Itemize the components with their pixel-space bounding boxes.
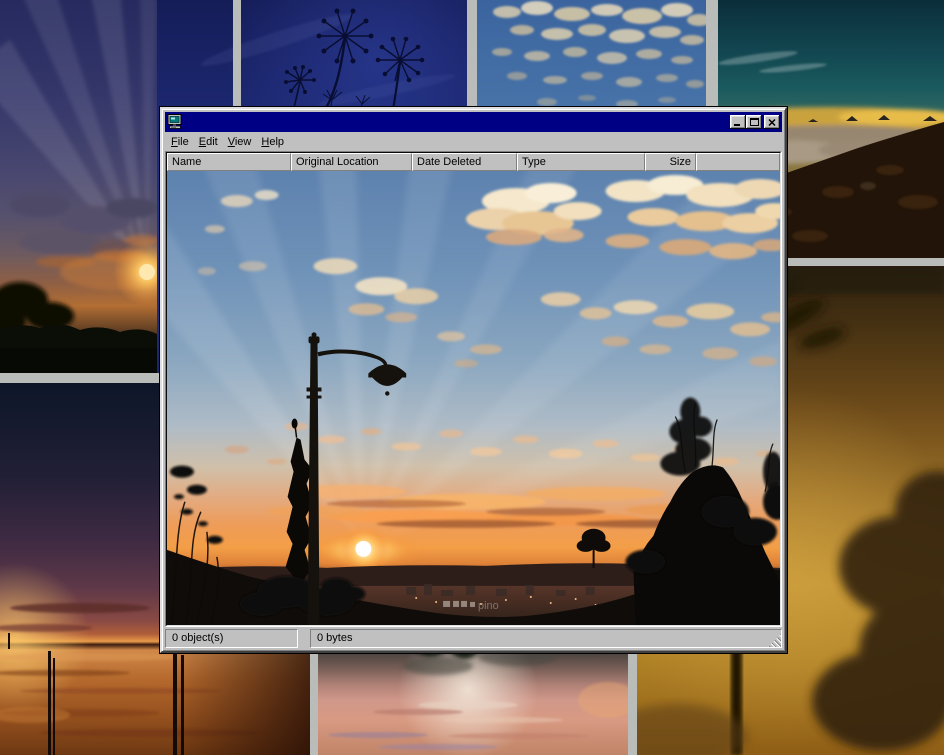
computer-icon	[167, 114, 183, 130]
column-header-type[interactable]: Type	[517, 153, 645, 171]
menu-edit[interactable]: Edit	[194, 134, 223, 150]
sunset-lamp-photo: pino	[167, 171, 780, 625]
column-header-blank[interactable]	[696, 153, 780, 171]
status-byte-count: 0 bytes	[310, 629, 782, 648]
menu-file[interactable]: File	[166, 134, 194, 150]
maximize-button[interactable]	[746, 115, 762, 129]
minimize-button[interactable]	[730, 115, 746, 129]
recycle-bin-window: File Edit View Help Name Original Locati…	[160, 107, 787, 653]
desktop: File Edit View Help Name Original Locati…	[0, 0, 944, 755]
maximize-icon	[750, 118, 759, 126]
close-button[interactable]	[764, 115, 780, 129]
title-bar[interactable]	[165, 112, 782, 132]
close-icon	[768, 119, 776, 126]
wallpaper-photo-sunburst-sunset	[0, 0, 157, 373]
menu-view[interactable]: View	[223, 134, 257, 150]
menu-help[interactable]: Help	[256, 134, 289, 150]
photo-watermark: pino	[478, 600, 499, 612]
column-header-size[interactable]: Size	[645, 153, 696, 171]
status-object-count: 0 object(s)	[165, 629, 298, 648]
folder-viewport-photo[interactable]: pino	[167, 171, 780, 625]
column-header-name[interactable]: Name	[167, 153, 291, 171]
menu-bar: File Edit View Help	[165, 132, 782, 151]
column-header-date-deleted[interactable]: Date Deleted	[412, 153, 517, 171]
column-header-original-location[interactable]: Original Location	[291, 153, 412, 171]
file-list: Name Original Location Date Deleted Type…	[165, 151, 782, 627]
column-headers: Name Original Location Date Deleted Type…	[167, 153, 780, 171]
status-bar: 0 object(s) 0 bytes	[165, 629, 782, 648]
minimize-icon	[734, 119, 742, 126]
